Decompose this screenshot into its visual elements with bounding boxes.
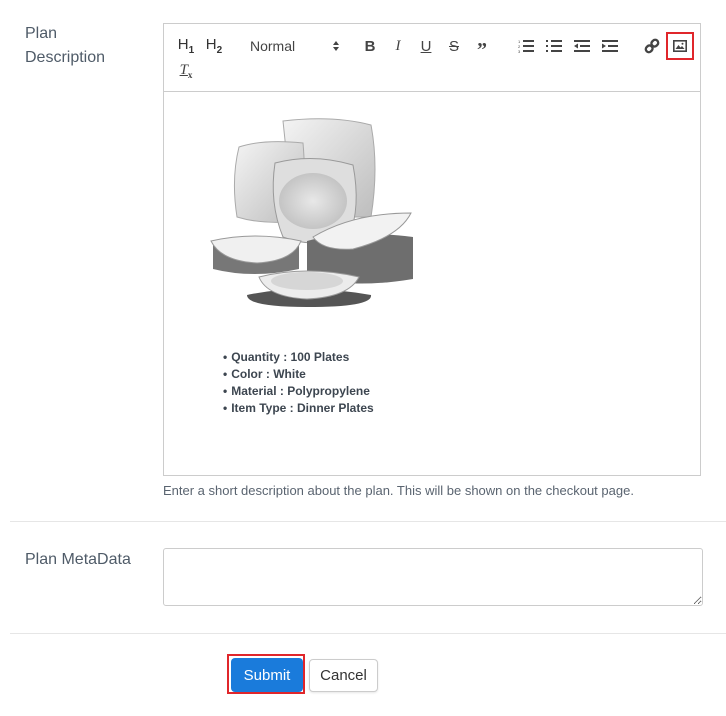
link-icon[interactable]: [640, 34, 664, 58]
product-details-list: Quantity : 100 Plates Color : White Mate…: [223, 349, 374, 417]
blockquote-icon[interactable]: ”: [470, 34, 494, 60]
select-arrows-icon: [332, 39, 340, 55]
list-item: Color : White: [223, 366, 374, 383]
divider: [10, 521, 726, 522]
list-item: Quantity : 100 Plates: [223, 349, 374, 366]
indent-icon[interactable]: [598, 34, 622, 58]
italic-icon[interactable]: I: [386, 34, 410, 58]
editor-toolbar: H1 H2 Normal B I U S ” 123 Tx: [164, 24, 700, 92]
heading-1-button[interactable]: H1: [174, 34, 198, 58]
bold-icon[interactable]: B: [358, 34, 382, 58]
rich-text-editor: H1 H2 Normal B I U S ” 123 Tx • Quantity…: [163, 23, 701, 476]
plan-metadata-label: Plan MetaData: [25, 551, 131, 568]
underline-icon[interactable]: U: [414, 34, 438, 58]
ordered-list-icon[interactable]: 123: [514, 34, 538, 58]
list-item: Material : Polypropylene: [223, 383, 374, 400]
strikethrough-icon[interactable]: S: [442, 34, 466, 58]
outdent-icon[interactable]: [570, 34, 594, 58]
cancel-button[interactable]: Cancel: [309, 659, 378, 692]
image-icon[interactable]: [666, 32, 694, 60]
label-line-1: Plan: [25, 25, 58, 42]
plan-description-label: Plan Description: [25, 22, 105, 70]
plan-metadata-input[interactable]: [163, 548, 703, 606]
label-line-2: Description: [25, 49, 106, 66]
list-item: Item Type : Dinner Plates: [223, 400, 373, 417]
submit-button[interactable]: Submit: [231, 658, 303, 692]
divider: [10, 633, 726, 634]
format-select-value: Normal: [250, 38, 296, 54]
editor-content[interactable]: Quantity : 100 Plates Color : White Mate…: [164, 91, 700, 475]
product-image: [210, 118, 413, 307]
description-help-text: Enter a short description about the plan…: [163, 483, 634, 498]
heading-2-button[interactable]: H2: [202, 34, 226, 58]
bullet-list-icon[interactable]: [542, 34, 566, 58]
svg-text:3: 3: [518, 49, 521, 53]
format-select[interactable]: Normal: [250, 34, 340, 58]
clear-format-icon[interactable]: Tx: [174, 59, 198, 83]
